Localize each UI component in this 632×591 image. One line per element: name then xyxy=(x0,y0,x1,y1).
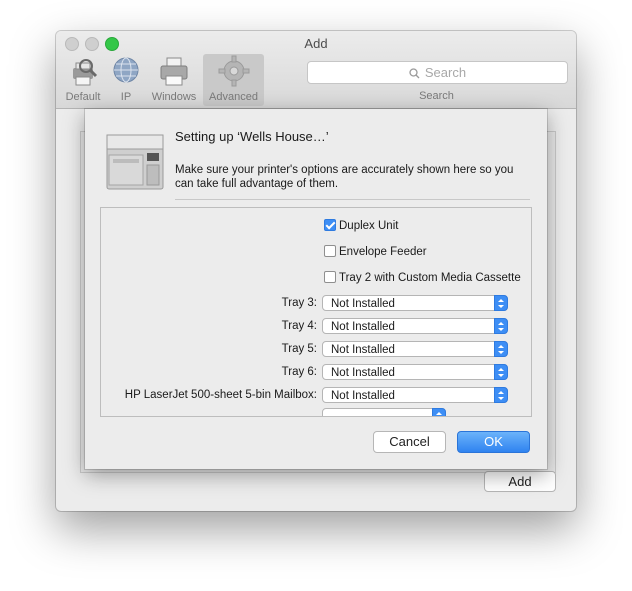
search-input[interactable]: Search xyxy=(307,61,568,84)
popup-value: Not Installed xyxy=(331,367,395,379)
options-scroll-area[interactable]: Duplex Unit Envelope Feeder Tray 2 with … xyxy=(100,207,532,417)
printer-icon xyxy=(106,134,164,190)
tray-4-popup[interactable]: Not Installed xyxy=(322,318,508,334)
sheet-title: Setting up ‘Wells House…’ xyxy=(175,129,329,144)
tray-5-popup[interactable]: Not Installed xyxy=(322,341,508,357)
option-tray-5: Tray 5: Not Installed xyxy=(101,341,531,359)
toolbar-item-advanced[interactable]: Advanced xyxy=(203,54,264,106)
windows-printer-icon xyxy=(160,57,188,86)
search-label: Search xyxy=(419,90,454,102)
chevron-updown-icon xyxy=(432,408,446,416)
popup-label: Tray 5: xyxy=(281,343,317,355)
toolbar-label-default: Default xyxy=(65,91,101,103)
toolbar-label-windows: Windows xyxy=(151,91,197,103)
add-button[interactable]: Add xyxy=(484,471,556,492)
option-cut-off-row xyxy=(101,408,531,416)
chevron-updown-icon xyxy=(494,341,508,357)
option-tray-3: Tray 3: Not Installed xyxy=(101,295,531,313)
checkbox-envelope-feeder[interactable] xyxy=(324,245,336,257)
printer-setup-sheet: Setting up ‘Wells House…’ Make sure your… xyxy=(85,109,547,469)
popup-value: Not Installed xyxy=(331,344,395,356)
globe-icon xyxy=(113,57,139,83)
toolbar-item-default[interactable]: Default xyxy=(60,54,106,104)
popup-value: Not Installed xyxy=(331,321,395,333)
popup-label: Tray 4: xyxy=(281,320,317,332)
toolbar: Add Default IP Windows Advanced Search S… xyxy=(56,31,576,109)
option-envelope-feeder[interactable]: Envelope Feeder xyxy=(324,245,427,258)
checkbox-label: Tray 2 with Custom Media Cassette xyxy=(339,272,521,284)
popup-value: Not Installed xyxy=(331,298,395,310)
popup-label: HP LaserJet 500-sheet 5-bin Mailbox: xyxy=(124,389,317,401)
tray-3-popup[interactable]: Not Installed xyxy=(322,295,508,311)
checkbox-duplex-unit[interactable] xyxy=(324,219,336,231)
checkbox-label: Envelope Feeder xyxy=(339,246,427,258)
window-title: Add xyxy=(304,36,328,51)
cancel-button[interactable]: Cancel xyxy=(373,431,446,453)
default-printer-icon xyxy=(73,59,98,86)
option-tray-6: Tray 6: Not Installed xyxy=(101,364,531,382)
checkbox-label: Duplex Unit xyxy=(339,220,399,232)
popup-value: Not Installed xyxy=(331,390,395,402)
toolbar-item-ip[interactable]: IP xyxy=(108,54,144,104)
option-duplex-unit[interactable]: Duplex Unit xyxy=(324,219,398,232)
ok-button[interactable]: OK xyxy=(457,431,530,453)
divider xyxy=(175,199,530,200)
toolbar-label-ip: IP xyxy=(120,91,132,103)
chevron-updown-icon xyxy=(494,295,508,311)
gear-icon xyxy=(218,55,249,87)
chevron-updown-icon xyxy=(494,318,508,334)
chevron-updown-icon xyxy=(494,364,508,380)
toolbar-label-advanced: Advanced xyxy=(209,91,258,103)
cut-off-popup[interactable] xyxy=(322,408,446,416)
sheet-description: Make sure your printer's options are acc… xyxy=(175,164,514,190)
chevron-updown-icon xyxy=(494,387,508,403)
search-icon xyxy=(409,68,420,79)
tray-6-popup[interactable]: Not Installed xyxy=(322,364,508,380)
popup-label: Tray 6: xyxy=(281,366,317,378)
option-tray-2[interactable]: Tray 2 with Custom Media Cassette xyxy=(324,271,521,284)
search-placeholder: Search xyxy=(424,65,467,80)
checkbox-tray-2[interactable] xyxy=(324,271,336,283)
option-mailbox: HP LaserJet 500-sheet 5-bin Mailbox: Not… xyxy=(101,387,531,405)
option-tray-4: Tray 4: Not Installed xyxy=(101,318,531,336)
mailbox-popup[interactable]: Not Installed xyxy=(322,387,508,403)
toolbar-item-windows[interactable]: Windows xyxy=(146,54,202,104)
popup-label: Tray 3: xyxy=(281,297,317,309)
